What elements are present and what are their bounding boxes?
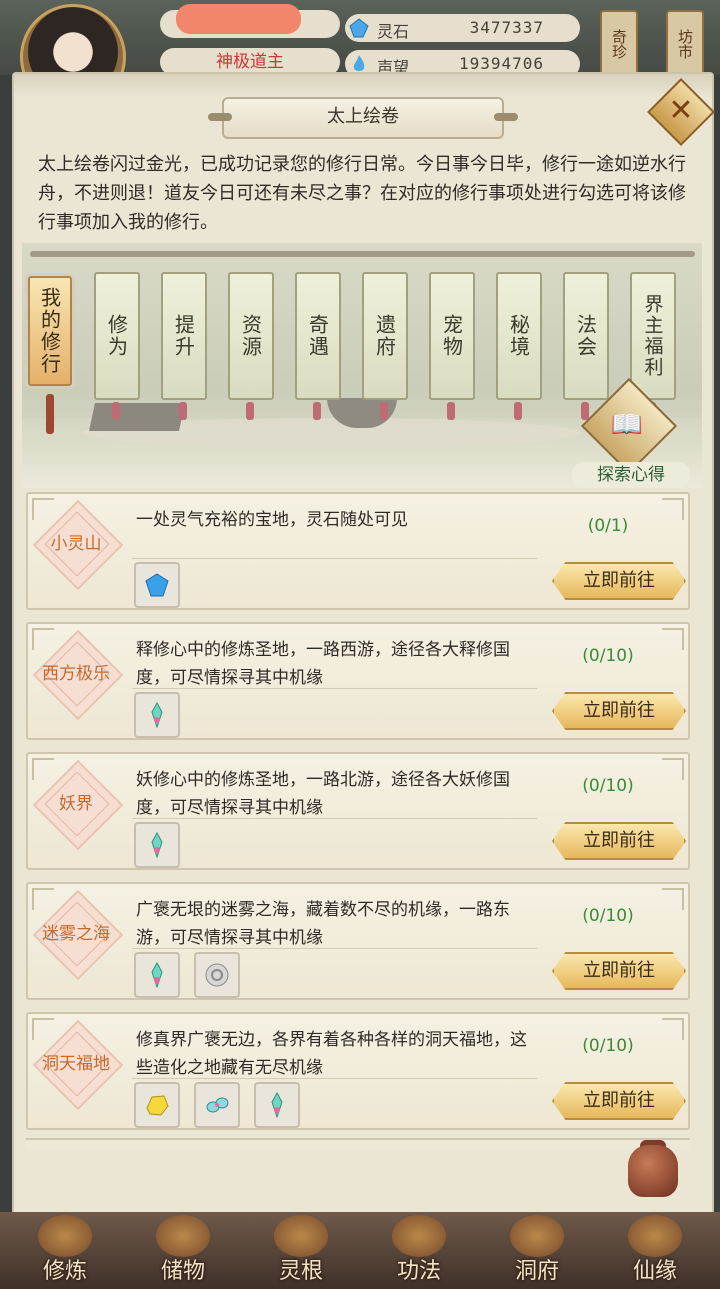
panel-title: 太上绘卷	[208, 97, 518, 139]
intro-text: 太上绘卷闪过金光，已成功记录您的修行日常。今日事今日毕，修行一途如逆水行舟，不进…	[38, 154, 686, 233]
divider	[132, 1078, 537, 1079]
list-item: 妖界 妖修心中的修炼圣地，一路北游，途径各大妖修国度，可尽情探寻其中机缘 (0/…	[26, 752, 690, 870]
market-button[interactable]: 坊市	[666, 10, 704, 78]
divider	[132, 688, 537, 689]
tab-upgrade[interactable]: 提升	[161, 272, 207, 420]
tab-relic-mansion[interactable]: 遗府	[362, 272, 408, 420]
place-name: 小灵山	[50, 533, 102, 554]
resource-spirit-stone: 灵石 3477337	[345, 14, 580, 42]
go-now-button[interactable]: 立即前往	[552, 562, 686, 600]
book-illustration	[89, 403, 185, 431]
progress-count: (0/1)	[587, 516, 629, 536]
player-name-redaction	[176, 4, 301, 34]
spirit-root-icon	[274, 1215, 328, 1257]
reward-item[interactable]	[134, 822, 180, 868]
place-description: 释修心中的修炼圣地，一路西游，途径各大释修国度，可尽情探寻其中机缘	[136, 640, 510, 688]
scroll-icon	[392, 1215, 446, 1257]
nav-label: 修炼	[42, 1259, 87, 1284]
place-name: 迷雾之海	[42, 923, 110, 944]
list-item: 小灵山 一处灵气充裕的宝地，灵石随处可见 (0/1) 立即前往	[26, 492, 690, 610]
jade-pendant-icon	[206, 1097, 229, 1113]
tab-dharma-assembly[interactable]: 法会	[563, 272, 609, 420]
reward-item[interactable]	[194, 1082, 240, 1128]
go-now-button[interactable]: 立即前往	[552, 692, 686, 730]
nav-label: 洞府	[514, 1259, 559, 1284]
nav-spirit-root[interactable]: 灵根	[246, 1215, 356, 1287]
tab-secret-realm[interactable]: 秘境	[496, 272, 542, 420]
place-description: 妖修心中的修炼圣地，一路北游，途径各大妖修国度，可尽情探寻其中机缘	[136, 770, 510, 818]
progress-count: (0/10)	[582, 776, 634, 796]
nav-label: 仙缘	[632, 1259, 677, 1284]
reward-item[interactable]	[254, 1082, 300, 1128]
go-now-button[interactable]: 立即前往	[552, 952, 686, 990]
tab-realm-lord-benefits[interactable]: 界主福利	[630, 272, 676, 420]
reward-item[interactable]	[134, 692, 180, 738]
bag-icon	[156, 1215, 210, 1257]
tab-pets[interactable]: 宠物	[429, 272, 475, 420]
fairy-icon	[628, 1215, 682, 1257]
jade-crystal-icon	[151, 702, 163, 728]
nav-label: 功法	[396, 1259, 441, 1284]
spirit-stone-icon	[349, 18, 369, 38]
divider	[132, 818, 537, 819]
reward-item[interactable]	[134, 1082, 180, 1128]
resource-value: 19394706	[458, 54, 544, 73]
silver-coin-icon	[205, 963, 229, 987]
list-item: 西方极乐 释修心中的修炼圣地，一路西游，途径各大释修国度，可尽情探寻其中机缘 (…	[26, 622, 690, 740]
explore-label[interactable]: 探索心得	[572, 462, 690, 488]
go-now-button[interactable]: 立即前往	[552, 1082, 686, 1120]
nav-techniques[interactable]: 功法	[364, 1215, 474, 1287]
go-now-button[interactable]: 立即前往	[552, 822, 686, 860]
nav-cave-mansion[interactable]: 洞府	[482, 1215, 592, 1287]
pavilion-icon	[510, 1215, 564, 1257]
treasure-button[interactable]: 奇珍	[600, 10, 638, 78]
reward-item[interactable]	[134, 952, 180, 998]
resource-label: 灵石	[377, 22, 410, 41]
nav-cultivate[interactable]: 修炼	[10, 1215, 120, 1287]
wine-jar-decoration	[628, 1145, 678, 1197]
close-icon[interactable]: ✕	[657, 88, 705, 136]
reward-item[interactable]	[194, 952, 240, 998]
list-item: 迷雾之海 广褒无垠的迷雾之海，藏着数不尽的机缘，一路东游，可尽情探寻其中机缘 (…	[26, 882, 690, 1000]
resource-value: 3477337	[469, 18, 544, 37]
progress-count: (0/10)	[582, 646, 634, 666]
spirit-stone-icon	[145, 573, 169, 597]
place-description: 修真界广褒无边，各界有着各种各样的洞天福地，这些造化之地藏有无尽机缘	[136, 1030, 527, 1078]
jade-crystal-icon	[151, 832, 163, 858]
progress-count: (0/10)	[582, 1036, 634, 1056]
place-description: 一处灵气充裕的宝地，灵石随处可见	[136, 510, 408, 530]
place-description: 广褒无垠的迷雾之海，藏着数不尽的机缘，一路东游，可尽情探寻其中机缘	[136, 900, 510, 948]
meditation-icon	[38, 1215, 92, 1257]
nav-immortal-fate[interactable]: 仙缘	[600, 1215, 710, 1287]
gold-nugget-icon	[146, 1095, 169, 1116]
tab-resources[interactable]: 资源	[228, 272, 274, 420]
nav-storage[interactable]: 储物	[128, 1215, 238, 1287]
tab-my-cultivation[interactable]: 我的修行	[25, 273, 75, 434]
divider	[132, 558, 537, 559]
place-name: 洞天福地	[42, 1053, 110, 1074]
place-name: 西方极乐	[42, 663, 110, 684]
tab-encounters[interactable]: 奇遇	[295, 272, 341, 420]
nav-label: 灵根	[278, 1259, 323, 1284]
list-item: 洞天福地 修真界广褒无边，各界有着各种各样的洞天福地，这些造化之地藏有无尽机缘 …	[26, 1012, 690, 1130]
place-name: 妖界	[59, 793, 93, 814]
divider	[132, 948, 537, 949]
progress-count: (0/10)	[582, 906, 634, 926]
hanging-rod	[30, 251, 695, 257]
reward-item[interactable]	[134, 562, 180, 608]
tab-cultivation[interactable]: 修为	[94, 272, 140, 420]
jade-crystal-icon	[151, 962, 163, 988]
next-list-item-edge	[26, 1138, 690, 1150]
reputation-flame-icon	[353, 55, 365, 71]
book-icon[interactable]: 📖	[604, 402, 650, 448]
nav-label: 储物	[160, 1259, 205, 1284]
jade-crystal-icon	[271, 1092, 283, 1118]
